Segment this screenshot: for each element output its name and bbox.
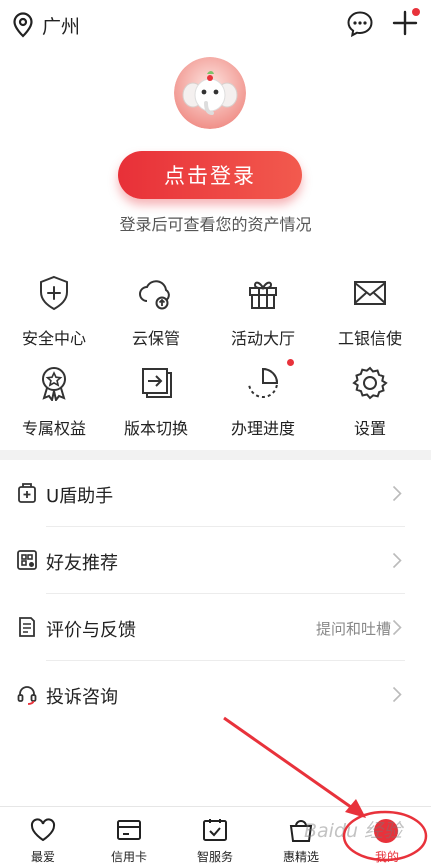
switch-arrow-icon — [142, 368, 172, 398]
feedback-doc-icon — [19, 617, 35, 637]
elephant-avatar-icon — [174, 57, 246, 129]
cloud-upload-icon — [139, 280, 170, 310]
tab-label: 智服务 — [196, 850, 233, 864]
usb-key-icon — [18, 483, 36, 503]
notification-dot — [412, 8, 420, 16]
credit-card-icon — [117, 820, 141, 840]
calendar-check-icon — [203, 819, 227, 841]
list-label: 好友推荐 — [46, 553, 118, 574]
tab-smart-service[interactable]: 智服务 — [172, 807, 258, 866]
heart-icon — [30, 818, 56, 842]
list-label: 评价与反馈 — [46, 620, 136, 641]
chevron-right-icon — [392, 552, 402, 569]
grid-label: 办理进度 — [230, 419, 295, 438]
progress-pie-icon — [248, 367, 279, 398]
grid-label: 专属权益 — [21, 419, 86, 438]
grid-item-security[interactable]: 安全中心 — [0, 275, 108, 361]
grid-label: 安全中心 — [21, 329, 86, 348]
section-separator — [0, 450, 431, 460]
tab-label: 最爱 — [30, 850, 55, 864]
chevron-right-icon — [392, 686, 402, 703]
login-button[interactable]: 点击登录 — [118, 151, 302, 199]
progress-dot — [287, 359, 294, 366]
grid-label: 设置 — [353, 419, 386, 438]
location-pin-icon[interactable] — [12, 12, 34, 38]
grid-label: 工银信使 — [337, 329, 402, 348]
qr-share-icon — [17, 550, 37, 570]
gift-icon — [249, 281, 277, 309]
grid-item-version[interactable]: 版本切换 — [102, 365, 210, 451]
list-label: 投诉咨询 — [46, 687, 118, 708]
top-bar: 广州 — [0, 0, 431, 50]
tab-favorites[interactable]: 最爱 — [0, 807, 86, 866]
headset-icon — [17, 686, 37, 705]
login-tip: 登录后可查看您的资产情况 — [119, 215, 312, 234]
annotation-arrow — [223, 716, 359, 814]
grid-item-activity[interactable]: 活动大厅 — [209, 275, 317, 361]
tab-label: 惠精选 — [282, 850, 319, 864]
shield-plus-icon — [40, 275, 68, 311]
grid-item-messenger[interactable]: 工银信使 — [316, 275, 424, 361]
grid-label: 版本切换 — [123, 419, 188, 438]
grid-label: 活动大厅 — [230, 329, 295, 348]
list-hint: 提问和吐槽 — [315, 620, 391, 638]
gear-icon — [352, 366, 388, 400]
grid-item-cloud[interactable]: 云保管 — [102, 275, 210, 361]
grid-label: 云保管 — [131, 329, 180, 348]
list-label: U盾助手 — [46, 486, 114, 507]
chat-bubble-icon[interactable] — [346, 10, 374, 38]
tab-label: 我的 — [374, 850, 399, 864]
chevron-right-icon — [392, 619, 402, 636]
list-item-ukey[interactable]: U盾助手 — [0, 460, 431, 527]
chevron-right-icon — [392, 485, 402, 502]
tab-credit-card[interactable]: 信用卡 — [86, 807, 172, 866]
city-label[interactable]: 广州 — [42, 12, 80, 39]
list-item-complaint[interactable]: 投诉咨询 — [0, 661, 431, 728]
grid-item-progress[interactable]: 办理进度 — [209, 359, 317, 451]
list-item-feedback[interactable]: 评价与反馈 提问和吐槽 — [0, 594, 431, 661]
tab-label: 信用卡 — [110, 850, 147, 864]
watermark: Baidu 经验 — [304, 820, 403, 842]
grid-item-benefits[interactable]: 专属权益 — [0, 365, 108, 451]
grid-item-settings[interactable]: 设置 — [316, 365, 424, 451]
avatar[interactable] — [174, 57, 246, 129]
envelope-icon — [354, 281, 386, 305]
list-item-recommend[interactable]: 好友推荐 — [0, 527, 431, 594]
award-star-icon — [42, 367, 66, 401]
